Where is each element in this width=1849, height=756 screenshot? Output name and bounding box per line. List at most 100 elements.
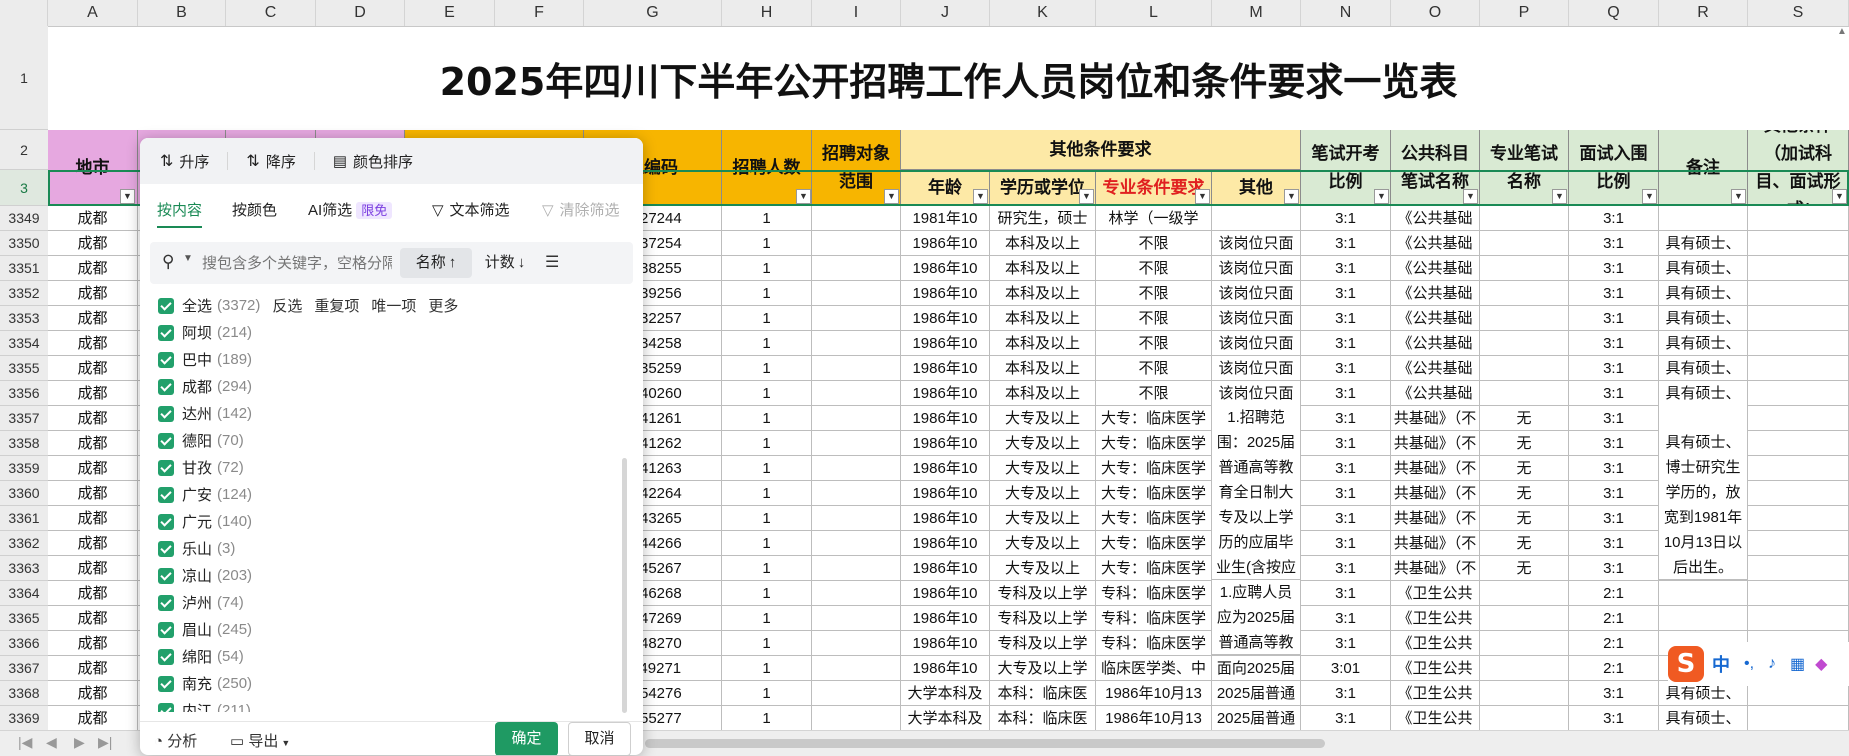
sort-by-count-button[interactable]: 计数 ↓	[475, 248, 535, 278]
table-cell-j[interactable]: 1986年10	[901, 381, 990, 406]
table-cell-j[interactable]: 1981年10	[901, 206, 990, 231]
table-cell-h[interactable]: 1	[722, 656, 812, 681]
row-header[interactable]: 3368	[0, 681, 48, 706]
table-cell-r[interactable]: 具有硕士、	[1659, 231, 1748, 256]
filter-item[interactable]: 绵阳 (54)	[150, 643, 633, 670]
table-cell-q[interactable]: 3:1	[1569, 531, 1659, 556]
filter-item[interactable]: 德阳 (70)	[150, 427, 633, 454]
filter-dropdown-o[interactable]: ▼	[1463, 189, 1478, 204]
filter-item-checkbox[interactable]	[158, 594, 174, 611]
table-cell-nn[interactable]: 3:1	[1301, 531, 1391, 556]
table-cell-nn[interactable]: 3:01	[1301, 656, 1391, 681]
table-cell-i[interactable]	[812, 656, 901, 681]
column-header-h[interactable]: H	[722, 0, 812, 26]
row-header[interactable]: 3359	[0, 456, 48, 481]
table-cell-o[interactable]: 《公共基础	[1391, 206, 1480, 231]
duplicates-link[interactable]: 重复项	[314, 295, 359, 316]
table-cell-i[interactable]	[812, 506, 901, 531]
table-cell-a[interactable]: 成都	[48, 356, 138, 381]
table-cell-h[interactable]: 1	[722, 281, 812, 306]
filter-item-checkbox[interactable]	[158, 648, 174, 665]
table-cell-m[interactable]: 该岗位只面	[1212, 381, 1301, 406]
table-cell-h[interactable]: 1	[722, 531, 812, 556]
row-header[interactable]: 3358	[0, 431, 48, 456]
filter-item-checkbox[interactable]	[158, 567, 174, 584]
table-cell-a[interactable]: 成都	[48, 456, 138, 481]
table-cell-o[interactable]: 《公共基础	[1391, 331, 1480, 356]
table-cell-j[interactable]: 大学本科及	[901, 681, 990, 706]
table-cell-m[interactable]: 该岗位只面	[1212, 281, 1301, 306]
table-cell-j[interactable]: 1986年10	[901, 331, 990, 356]
column-header-b[interactable]: B	[138, 0, 226, 26]
filter-dropdown-h[interactable]: ▼	[796, 189, 811, 204]
row-header[interactable]: 3364	[0, 581, 48, 606]
column-header-d[interactable]: D	[316, 0, 405, 26]
filter-item[interactable]: 凉山 (203)	[150, 562, 633, 589]
table-cell-l[interactable]: 大专：临床医学	[1096, 481, 1212, 506]
table-cell-m[interactable]: 该岗位只面	[1212, 256, 1301, 281]
table-cell-h[interactable]: 1	[722, 231, 812, 256]
table-cell-a[interactable]: 成都	[48, 431, 138, 456]
table-cell-k[interactable]: 本科：临床医	[990, 706, 1096, 730]
table-cell-p[interactable]	[1480, 631, 1569, 656]
prev-sheet-icon[interactable]: ◀	[46, 734, 57, 751]
ok-button[interactable]: 确定	[495, 722, 558, 755]
row-header[interactable]: 3365	[0, 606, 48, 631]
table-cell-p[interactable]	[1480, 281, 1569, 306]
filter-item[interactable]: 内江 (211)	[150, 697, 633, 712]
table-cell-k[interactable]: 本科及以上	[990, 331, 1096, 356]
filter-dropdown-q[interactable]: ▼	[1642, 189, 1657, 204]
row-header[interactable]: 3362	[0, 531, 48, 556]
table-cell-k[interactable]: 大专及以上	[990, 431, 1096, 456]
table-cell-j[interactable]: 大学本科及	[901, 706, 990, 730]
table-cell-nn[interactable]: 3:1	[1301, 506, 1391, 531]
row-header[interactable]: 3369	[0, 706, 48, 730]
filter-item[interactable]: 甘孜 (72)	[150, 454, 633, 481]
table-cell-nn[interactable]: 3:1	[1301, 681, 1391, 706]
row-header[interactable]: 3355	[0, 356, 48, 381]
table-cell-h[interactable]: 1	[722, 381, 812, 406]
search-input[interactable]	[200, 248, 394, 278]
table-cell-i[interactable]	[812, 631, 901, 656]
ime-language-toggle[interactable]: 中	[1712, 651, 1730, 677]
tab-by-color[interactable]: 按颜色	[232, 194, 277, 228]
filter-item[interactable]: 达州 (142)	[150, 400, 633, 427]
table-cell-p[interactable]	[1480, 256, 1569, 281]
horizontal-scrollbar[interactable]	[645, 739, 1325, 748]
table-cell-l[interactable]: 专科：临床医学	[1096, 581, 1212, 606]
table-cell-j[interactable]: 1986年10	[901, 656, 990, 681]
table-cell-o[interactable]: 《卫生公共	[1391, 681, 1480, 706]
table-cell-s[interactable]	[1748, 381, 1849, 406]
table-cell-m[interactable]: 该岗位只面	[1212, 331, 1301, 356]
table-cell-a[interactable]: 成都	[48, 256, 138, 281]
table-cell-k[interactable]: 专科及以上学	[990, 581, 1096, 606]
microphone-icon[interactable]: ♪	[1768, 655, 1776, 673]
table-cell-nn[interactable]: 3:1	[1301, 256, 1391, 281]
table-cell-s[interactable]	[1748, 456, 1849, 481]
select-all-row[interactable]: 全选 (3372) 反选 重复项 唯一项 更多	[150, 292, 633, 319]
table-cell-k[interactable]: 本科及以上	[990, 281, 1096, 306]
table-cell-a[interactable]: 成都	[48, 681, 138, 706]
table-cell-r[interactable]	[1659, 606, 1748, 631]
table-cell-h[interactable]: 1	[722, 556, 812, 581]
table-cell-p[interactable]: 无	[1480, 556, 1569, 581]
table-cell-o[interactable]: 共基础》（不	[1391, 556, 1480, 581]
column-header-o[interactable]: O	[1391, 0, 1480, 26]
table-cell-nn[interactable]: 3:1	[1301, 456, 1391, 481]
table-cell-j[interactable]: 1986年10	[901, 431, 990, 456]
column-header-e[interactable]: E	[405, 0, 495, 26]
column-header-r[interactable]: R	[1659, 0, 1748, 26]
table-cell-o[interactable]: 共基础》（不	[1391, 406, 1480, 431]
table-cell-o[interactable]: 《公共基础	[1391, 306, 1480, 331]
table-cell-i[interactable]	[812, 581, 901, 606]
column-header-l[interactable]: L	[1096, 0, 1212, 26]
table-cell-q[interactable]: 3:1	[1569, 681, 1659, 706]
table-cell-nn[interactable]: 3:1	[1301, 206, 1391, 231]
table-cell-s[interactable]	[1748, 281, 1849, 306]
filter-dropdown-i[interactable]: ▼	[884, 189, 899, 204]
table-cell-q[interactable]: 3:1	[1569, 306, 1659, 331]
filter-dropdown-m[interactable]: ▼	[1284, 189, 1299, 204]
table-cell-a[interactable]: 成都	[48, 406, 138, 431]
table-cell-nn[interactable]: 3:1	[1301, 356, 1391, 381]
table-cell-r[interactable]	[1659, 206, 1748, 231]
